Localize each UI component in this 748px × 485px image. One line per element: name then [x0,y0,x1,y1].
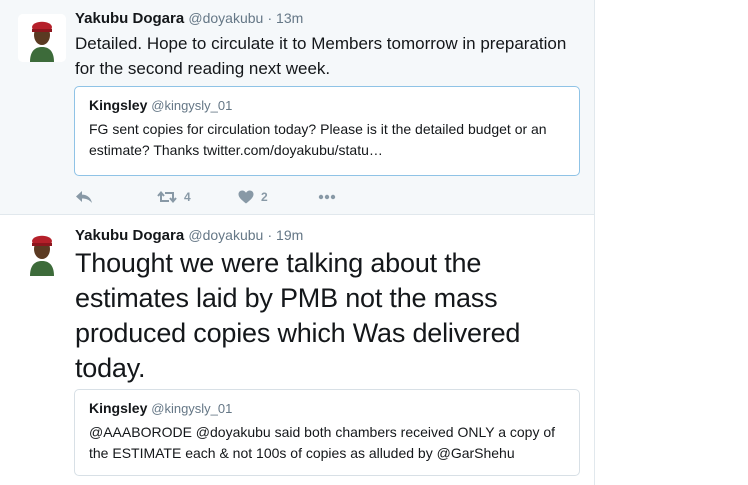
tweet-timestamp[interactable]: · 13m [267,10,303,26]
quoted-author-name: Kingsley [89,97,148,113]
tweet-header: Yakubu Dogara @doyakubu · 19m [75,227,303,244]
author-name[interactable]: Yakubu Dogara [75,227,184,244]
quoted-tweet[interactable]: Kingsley @kingysly_01 @AAABORODE @doyaku… [74,389,580,476]
author-handle[interactable]: @doyakubu [188,10,263,26]
like-button[interactable]: 2 [238,190,318,204]
tweet-header: Yakubu Dogara @doyakubu · 13m [75,10,303,27]
avatar-image [18,14,66,62]
retweet-count: 4 [184,190,191,204]
quoted-tweet-header: Kingsley @kingysly_01 [89,97,567,113]
retweet-button[interactable]: 4 [157,190,238,204]
reply-button[interactable] [75,190,157,204]
author-name[interactable]: Yakubu Dogara [75,10,184,27]
quoted-author-handle: @kingysly_01 [151,98,233,113]
retweet-icon [157,190,177,204]
reply-icon [76,191,92,203]
like-count: 2 [261,190,268,204]
quoted-author-handle: @kingysly_01 [151,401,233,416]
quoted-author-name: Kingsley [89,400,148,416]
heart-icon [238,190,254,204]
tweet-text: Detailed. Hope to circulate it to Member… [75,34,567,78]
avatar-image [18,228,66,276]
quoted-tweet-text: FG sent copies for circulation today? Pl… [89,121,547,158]
quoted-tweet[interactable]: Kingsley @kingysly_01 FG sent copies for… [74,86,580,176]
timeline: Yakubu Dogara @doyakubu · 13m Detailed. … [0,0,595,485]
quoted-tweet-header: Kingsley @kingysly_01 [89,400,567,416]
author-handle[interactable]: @doyakubu [188,227,263,243]
avatar[interactable] [18,14,66,62]
more-dots-icon [318,194,336,200]
quoted-tweet-text: @AAABORODE @doyakubu said both chambers … [89,424,556,461]
more-button[interactable] [318,194,336,200]
avatar[interactable] [18,228,66,276]
tweet-actions: 4 2 [75,186,336,208]
tweet[interactable]: Yakubu Dogara @doyakubu · 13m Detailed. … [0,0,594,215]
tweet[interactable]: Yakubu Dogara @doyakubu · 19m Thought we… [0,216,594,485]
tweet-timestamp[interactable]: · 19m [267,227,303,243]
tweet-text: Thought we were talking about the estima… [75,248,521,383]
